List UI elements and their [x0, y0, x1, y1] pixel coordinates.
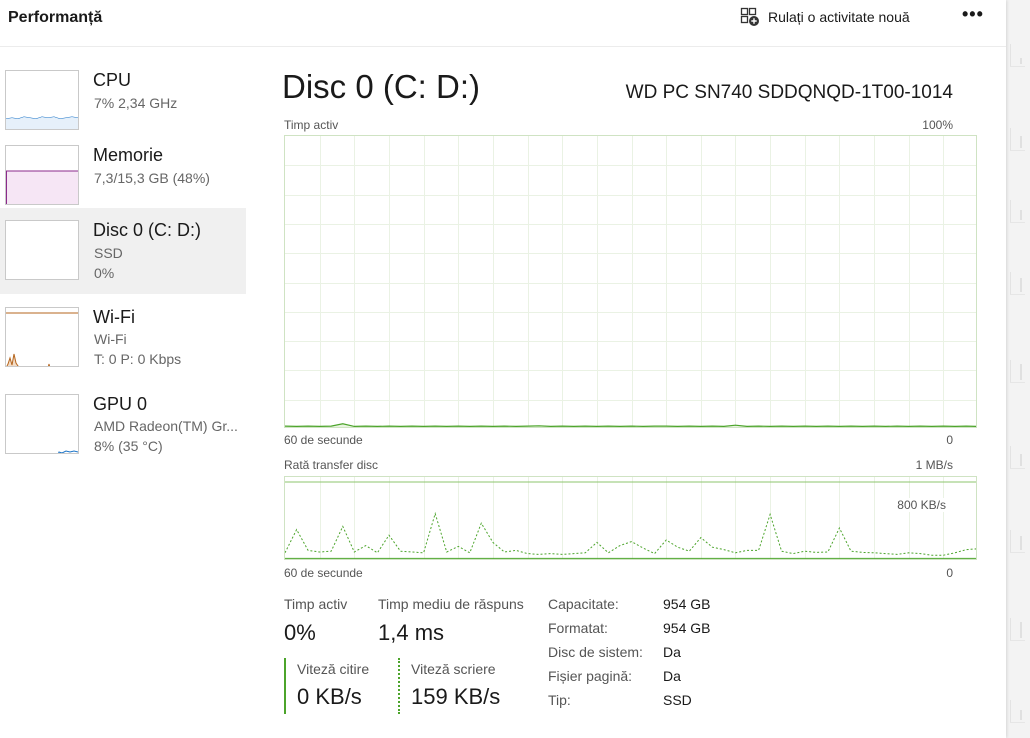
transfer-rate-min-label: 0	[946, 566, 953, 580]
sidebar-item-detail-2: 0%	[94, 265, 115, 281]
background-chart-icon	[1010, 700, 1025, 723]
write-speed-box: Viteză scriere 159 KB/s	[398, 658, 519, 714]
header-bar: Performanță Rulați o activitate nouă •••	[0, 0, 1006, 47]
disk-thumbnail-graph	[5, 220, 79, 280]
transfer-rate-x-label: 60 de secunde	[284, 566, 363, 580]
page-title: Performanță	[8, 9, 103, 26]
active-time-min-label: 0	[946, 433, 953, 447]
sidebar-item-label: Wi-Fi	[93, 307, 135, 327]
write-speed-series-line	[285, 511, 976, 556]
sidebar-item-wifi[interactable]: Wi-Fi Wi-Fi T: 0 P: 0 Kbps	[0, 296, 246, 378]
transfer-rate-graph-label: Rată transfer disc	[284, 458, 379, 472]
sidebar-item-detail-2: 8% (35 °C)	[94, 438, 163, 454]
new-task-icon	[740, 7, 760, 27]
active-time-stat-label: Timp activ	[284, 596, 348, 612]
sidebar-item-memory[interactable]: Memorie 7,3/15,3 GB (48%)	[0, 138, 246, 208]
sidebar-item-detail-2: T: 0 P: 0 Kbps	[94, 351, 182, 367]
active-time-max-label: 100%	[922, 118, 953, 132]
sidebar-item-disk-0[interactable]: Disc 0 (C: D:) SSD 0%	[0, 208, 246, 294]
task-manager-window: Performanță Rulați o activitate nouă •••	[0, 0, 1006, 738]
wifi-thumbnail-graph	[5, 307, 79, 367]
response-time-stat-label: Timp mediu de răspuns	[378, 596, 524, 612]
disk-model: WD PC SN740 SDDQNQD-1T00-1014	[625, 82, 953, 103]
background-chart-icon	[1010, 128, 1025, 151]
active-time-series-line	[285, 423, 976, 427]
page-file-value: Da	[663, 668, 681, 684]
active-time-stat-value: 0%	[284, 620, 316, 645]
background-chart-icon	[1010, 446, 1025, 469]
cpu-thumbnail-graph	[5, 70, 79, 130]
formatted-label: Formatat:	[548, 620, 608, 636]
type-value: SSD	[663, 692, 692, 708]
memory-thumbnail-graph	[5, 145, 79, 205]
type-label: Tip:	[548, 692, 571, 708]
background-chart-icon	[1010, 44, 1025, 67]
write-speed-label: Viteză scriere	[411, 661, 496, 677]
capacity-value: 954 GB	[663, 596, 711, 612]
sidebar-item-label: Memorie	[93, 145, 164, 165]
read-speed-box: Viteză citire 0 KB/s	[284, 658, 385, 714]
page-file-label: Fișier pagină:	[548, 668, 633, 684]
read-speed-value: 0 KB/s	[297, 684, 362, 709]
sidebar-item-gpu-0[interactable]: GPU 0 AMD Radeon(TM) Gr... 8% (35 °C)	[0, 384, 246, 466]
active-time-graph-label: Timp activ	[284, 118, 339, 132]
formatted-value: 954 GB	[663, 620, 711, 636]
background-chart-icon	[1010, 360, 1025, 383]
sidebar-item-label: GPU 0	[93, 394, 148, 414]
sidebar-item-cpu[interactable]: CPU 7% 2,34 GHz	[0, 62, 246, 134]
write-speed-value: 159 KB/s	[411, 684, 501, 709]
sidebar-item-detail: Wi-Fi	[94, 331, 127, 347]
active-time-x-label: 60 de secunde	[284, 433, 363, 447]
transfer-rate-chart	[285, 477, 976, 559]
system-disk-label: Disc de sistem:	[548, 644, 643, 660]
response-time-stat-value: 1,4 ms	[378, 620, 445, 645]
sidebar-item-detail: 7,3/15,3 GB (48%)	[94, 170, 210, 186]
disk-title: Disc 0 (C: D:)	[282, 68, 480, 105]
run-new-task-button[interactable]: Rulați o activitate nouă	[740, 6, 910, 28]
active-time-graph	[284, 135, 977, 428]
active-time-chart	[285, 136, 976, 427]
system-disk-value: Da	[663, 644, 681, 660]
background-chart-icon	[1010, 272, 1025, 295]
sidebar-item-label: Disc 0 (C: D:)	[93, 220, 201, 240]
background-chart-icon	[1010, 618, 1025, 641]
transfer-rate-mid-label: 800 KB/s	[895, 498, 948, 512]
transfer-rate-graph	[284, 476, 977, 560]
gpu-thumbnail-graph	[5, 394, 79, 454]
background-chart-icon	[1010, 200, 1025, 223]
more-options-button[interactable]: •••	[962, 4, 984, 25]
sidebar-item-label: CPU	[93, 70, 132, 90]
transfer-rate-max-label: 1 MB/s	[915, 458, 953, 472]
sidebar-item-detail: SSD	[94, 245, 123, 261]
run-new-task-label: Rulați o activitate nouă	[768, 9, 910, 25]
sidebar-item-detail: 7% 2,34 GHz	[94, 95, 178, 111]
capacity-label: Capacitate:	[548, 596, 619, 612]
read-speed-label: Viteză citire	[297, 661, 370, 677]
background-chart-icon	[1010, 530, 1025, 553]
sidebar-item-detail: AMD Radeon(TM) Gr...	[94, 418, 238, 434]
